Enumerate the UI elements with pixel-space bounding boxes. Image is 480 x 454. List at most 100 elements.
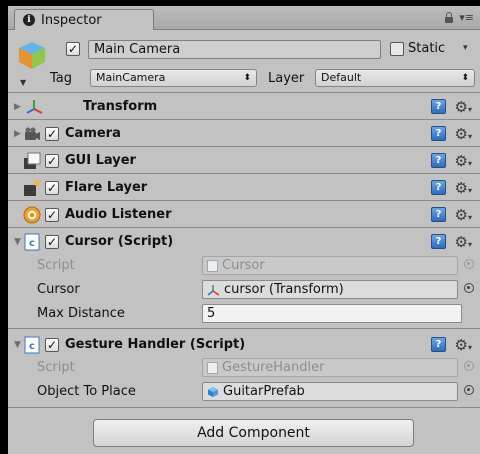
script-icon (207, 361, 218, 374)
component-title: Cursor (Script) (65, 234, 174, 249)
gameobject-cube-icon (19, 42, 45, 69)
help-icon[interactable]: ? (431, 99, 446, 114)
tag-label: Tag (50, 71, 73, 86)
add-component-button[interactable]: Add Component (93, 419, 414, 447)
lock-icon[interactable] (444, 12, 454, 23)
object-to-place-field[interactable]: GuitarPrefab (202, 382, 458, 401)
foldout-arrow-icon[interactable]: ▼ (14, 340, 21, 350)
inspector-window: i Inspector ▾≡ ▼ ✓ Main Camera Static ▾ … (7, 6, 480, 454)
object-picker-icon[interactable] (464, 385, 474, 395)
component-title: Gesture Handler (Script) (65, 337, 246, 352)
tag-value: MainCamera (96, 71, 166, 84)
gear-icon[interactable]: ⚙▾ (455, 233, 472, 251)
component-flare-layer[interactable]: ✓ Flare Layer ? ⚙▾ (8, 175, 480, 201)
help-icon[interactable]: ? (431, 234, 446, 249)
dropdown-arrow-icon: ⬍ (243, 73, 251, 83)
field-value: GuitarPrefab (223, 384, 305, 399)
enabled-checkbox[interactable]: ✓ (45, 181, 59, 195)
enabled-checkbox[interactable]: ✓ (45, 338, 59, 352)
layer-dropdown[interactable]: Default ⬍ (315, 69, 475, 87)
component-title: Transform (83, 99, 158, 114)
help-icon[interactable]: ? (431, 207, 446, 222)
foldout-arrow-icon[interactable]: ▶ (14, 129, 21, 139)
field-value: cursor (Transform) (224, 282, 344, 297)
component-title: Flare Layer (65, 180, 148, 195)
cursor-object-field[interactable]: cursor (Transform) (202, 280, 458, 299)
active-checkbox[interactable]: ✓ (66, 42, 80, 56)
field-value: GestureHandler (222, 360, 325, 375)
transform-icon (207, 284, 220, 296)
enabled-checkbox[interactable]: ✓ (45, 235, 59, 249)
object-picker-icon (464, 361, 474, 371)
help-icon[interactable]: ? (431, 180, 446, 195)
script-icon: c (24, 336, 40, 354)
help-icon[interactable]: ? (431, 153, 446, 168)
component-title: Audio Listener (65, 207, 172, 222)
component-audio-listener[interactable]: ✓ Audio Listener ? ⚙▾ (8, 202, 480, 228)
script-icon (207, 259, 218, 272)
svg-text:c: c (29, 238, 35, 249)
enabled-checkbox[interactable]: ✓ (45, 127, 59, 141)
svg-text:c: c (29, 341, 35, 352)
component-title: Camera (65, 126, 121, 141)
property-label: Script (37, 258, 75, 273)
component-gui-layer[interactable]: ✓ GUI Layer ? ⚙▾ (8, 148, 480, 174)
foldout-arrow-icon[interactable]: ▼ (14, 237, 21, 247)
tab-inspector[interactable]: i Inspector (14, 9, 154, 30)
tag-dropdown[interactable]: MainCamera ⬍ (90, 69, 257, 87)
info-icon: i (23, 14, 35, 26)
help-icon[interactable]: ? (431, 337, 446, 352)
script-icon: c (24, 233, 40, 251)
foldout-arrow-icon[interactable]: ▶ (14, 102, 21, 112)
gear-icon[interactable]: ⚙▾ (455, 125, 472, 143)
component-gesture-handler-script[interactable]: ▼ c ✓ Gesture Handler (Script) ? ⚙▾ (8, 332, 480, 358)
object-picker-icon (464, 259, 474, 269)
property-label: Script (37, 360, 75, 375)
enabled-checkbox[interactable]: ✓ (45, 154, 59, 168)
component-transform[interactable]: ▶ Transform ? ⚙▾ (8, 94, 480, 120)
layer-value: Default (321, 71, 362, 84)
static-label: Static (408, 41, 446, 56)
tab-bar: i Inspector ▾≡ (8, 6, 480, 30)
field-value: Cursor (222, 258, 265, 273)
layer-label: Layer (268, 71, 305, 86)
chevron-down-icon[interactable]: ▼ (20, 78, 26, 87)
property-label: Max Distance (37, 306, 125, 321)
gear-icon[interactable]: ⚙▾ (455, 179, 472, 197)
static-dropdown-icon[interactable]: ▾ (463, 43, 468, 53)
help-icon[interactable]: ? (431, 126, 446, 141)
tab-label: Inspector (41, 12, 102, 28)
menu-icon[interactable]: ▾≡ (459, 11, 474, 24)
gameobject-header: ▼ ✓ Main Camera Static ▾ Tag MainCamera … (8, 31, 480, 93)
script-field: GestureHandler (202, 358, 458, 377)
static-checkbox[interactable] (390, 42, 404, 56)
dropdown-arrow-icon: ⬍ (461, 73, 469, 83)
property-row-cursor: Cursor cursor (Transform) (8, 279, 480, 301)
enabled-checkbox[interactable]: ✓ (45, 208, 59, 222)
object-picker-icon[interactable] (464, 283, 474, 293)
property-row-object-to-place: Object To Place GuitarPrefab (8, 381, 480, 403)
transform-icon (26, 100, 43, 114)
property-row-script: Script GestureHandler (8, 357, 480, 379)
gear-icon[interactable]: ⚙▾ (455, 98, 472, 116)
name-field[interactable]: Main Camera (88, 40, 381, 59)
gear-icon[interactable]: ⚙▾ (455, 152, 472, 170)
component-title: GUI Layer (65, 153, 136, 168)
prefab-icon (208, 386, 218, 397)
property-label: Cursor (37, 282, 80, 297)
script-field: Cursor (202, 256, 458, 275)
component-cursor-script[interactable]: ▼ c ✓ Cursor (Script) ? ⚙▾ (8, 229, 480, 255)
component-camera[interactable]: ▶ ✓ Camera ? ⚙▾ (8, 121, 480, 147)
gui-layer-icon (24, 152, 41, 169)
audio-listener-icon (23, 206, 41, 224)
property-row-script: Script Cursor (8, 255, 480, 277)
divider (8, 407, 480, 408)
gear-icon[interactable]: ⚙▾ (455, 206, 472, 224)
max-distance-input[interactable]: 5 (202, 304, 462, 323)
flare-layer-icon (24, 180, 40, 196)
camera-icon (25, 127, 40, 140)
gear-icon[interactable]: ⚙▾ (455, 336, 472, 354)
property-row-max-distance: Max Distance 5 (8, 303, 480, 325)
divider (8, 328, 480, 329)
property-label: Object To Place (37, 384, 136, 399)
